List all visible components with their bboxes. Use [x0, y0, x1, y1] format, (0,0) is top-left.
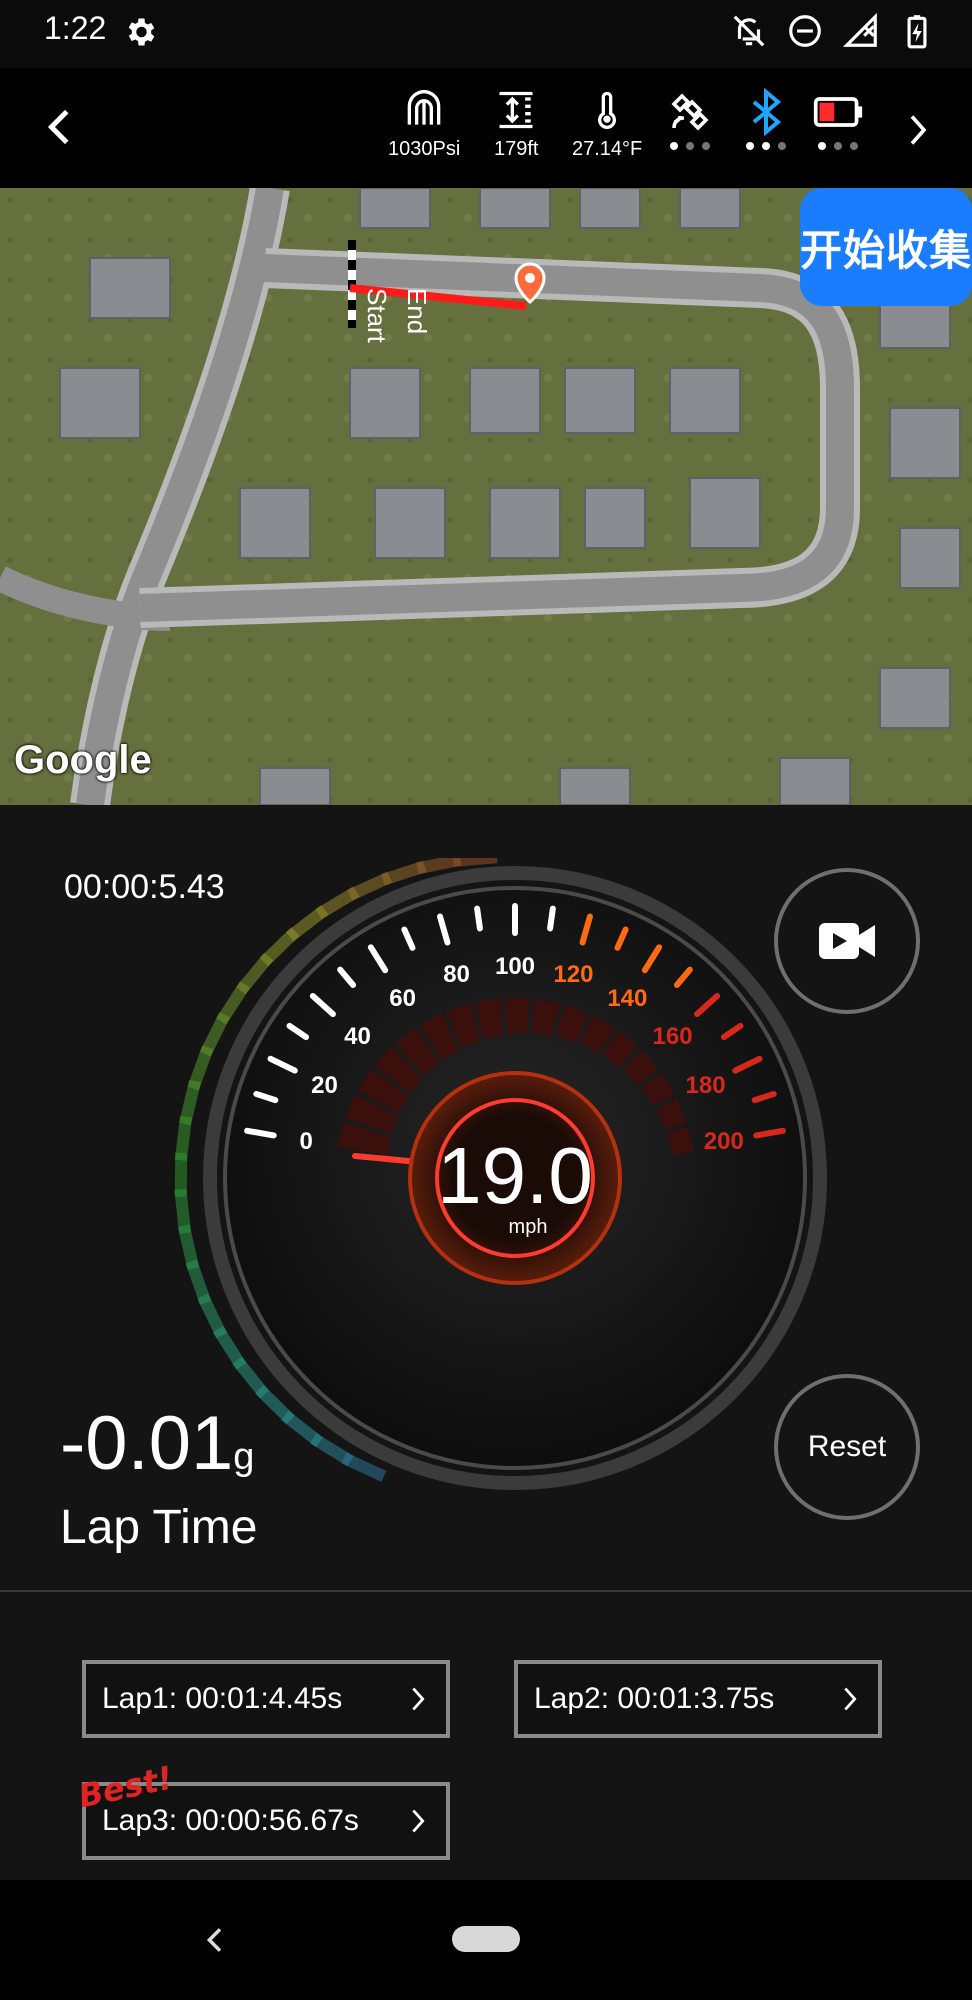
reset-button[interactable]: Reset — [774, 1374, 920, 1520]
speed-tick-label: 200 — [704, 1128, 744, 1155]
status-bar: 1:22 — [0, 0, 972, 68]
chevron-right-icon — [844, 1687, 857, 1711]
lap-time-title: Lap Time — [60, 1501, 258, 1554]
device-battery-status[interactable] — [812, 88, 864, 150]
speed-tick-label: 180 — [686, 1072, 726, 1099]
speed-tick-label: 20 — [311, 1072, 338, 1099]
bluetooth-status[interactable] — [742, 88, 790, 150]
battery-charging-icon — [907, 15, 927, 49]
thermometer-icon — [598, 91, 617, 129]
start-label: Start — [362, 288, 392, 344]
chevron-right-icon — [412, 1687, 425, 1711]
status-time: 1:22 — [44, 10, 107, 46]
battery-low-icon — [813, 97, 863, 127]
nav-back-icon[interactable] — [200, 1920, 232, 1960]
speed-tick-label: 100 — [495, 953, 535, 980]
notifications-off-icon — [733, 15, 765, 47]
nav-home-pill[interactable] — [452, 1926, 520, 1952]
back-arrow-icon[interactable] — [38, 104, 84, 150]
google-attribution: Google — [14, 738, 152, 782]
lap-1-button[interactable]: Lap1: 00:01:4.45s — [82, 1660, 450, 1738]
speed-tick-label: 120 — [553, 961, 593, 988]
speed-tick-label: 140 — [607, 985, 647, 1012]
g-force-readout: -0.01g — [60, 1400, 254, 1487]
speed-tick-label: 0 — [300, 1128, 313, 1155]
pressure-icon — [407, 90, 441, 125]
speed-band-segment — [504, 998, 531, 1035]
lap-1-label: Lap1: 00:01:4.45s — [102, 1682, 343, 1715]
speed-tick-label: 60 — [389, 985, 416, 1012]
record-video-button[interactable] — [774, 868, 920, 1014]
signal-icon — [842, 12, 877, 47]
start-collecting-button[interactable]: 开始收集 — [800, 188, 972, 306]
satellite-icon — [671, 93, 709, 131]
speed-tick — [547, 905, 556, 932]
lap-2-label: Lap2: 00:01:3.75s — [534, 1682, 775, 1715]
top-toolbar: 1030Psi 179ft 27.14°F — [0, 68, 972, 188]
speed-tick-label: 40 — [344, 1023, 371, 1050]
bluetooth-icon — [752, 88, 782, 136]
speed-tick — [474, 905, 483, 932]
end-label: End — [402, 288, 432, 334]
altitude-sensor: 179ft — [494, 88, 538, 161]
pressure-sensor: 1030Psi — [388, 88, 460, 161]
divider — [0, 1590, 972, 1592]
lap-2-button[interactable]: Lap2: 00:01:3.75s — [514, 1660, 882, 1738]
speed-unit: mph — [509, 1216, 548, 1238]
chevron-right-icon — [412, 1809, 425, 1833]
pressure-value: 1030Psi — [388, 138, 461, 160]
altitude-value: 179ft — [494, 138, 539, 160]
g-force-value: -0.01 — [60, 1401, 234, 1486]
satellite-status[interactable] — [666, 88, 714, 150]
start-finish-line — [348, 240, 356, 328]
speed-tick-label: 80 — [443, 961, 470, 988]
chevron-right-icon[interactable] — [900, 108, 936, 152]
video-camera-icon — [819, 923, 875, 959]
settings-gear-icon — [128, 18, 155, 46]
temperature-value: 27.14°F — [572, 138, 643, 160]
speed-tick-label: 160 — [653, 1023, 693, 1050]
temperature-sensor: 27.14°F — [572, 88, 642, 161]
do-not-disturb-icon — [789, 15, 821, 47]
altitude-icon — [499, 91, 533, 129]
g-force-unit: g — [233, 1436, 255, 1478]
speed-readout: 19.0 — [437, 1131, 593, 1220]
lap-3-label: Lap3: 00:00:56.67s — [102, 1804, 359, 1837]
g-scale-segment — [452, 858, 498, 867]
system-nav-bar — [0, 1880, 972, 2000]
